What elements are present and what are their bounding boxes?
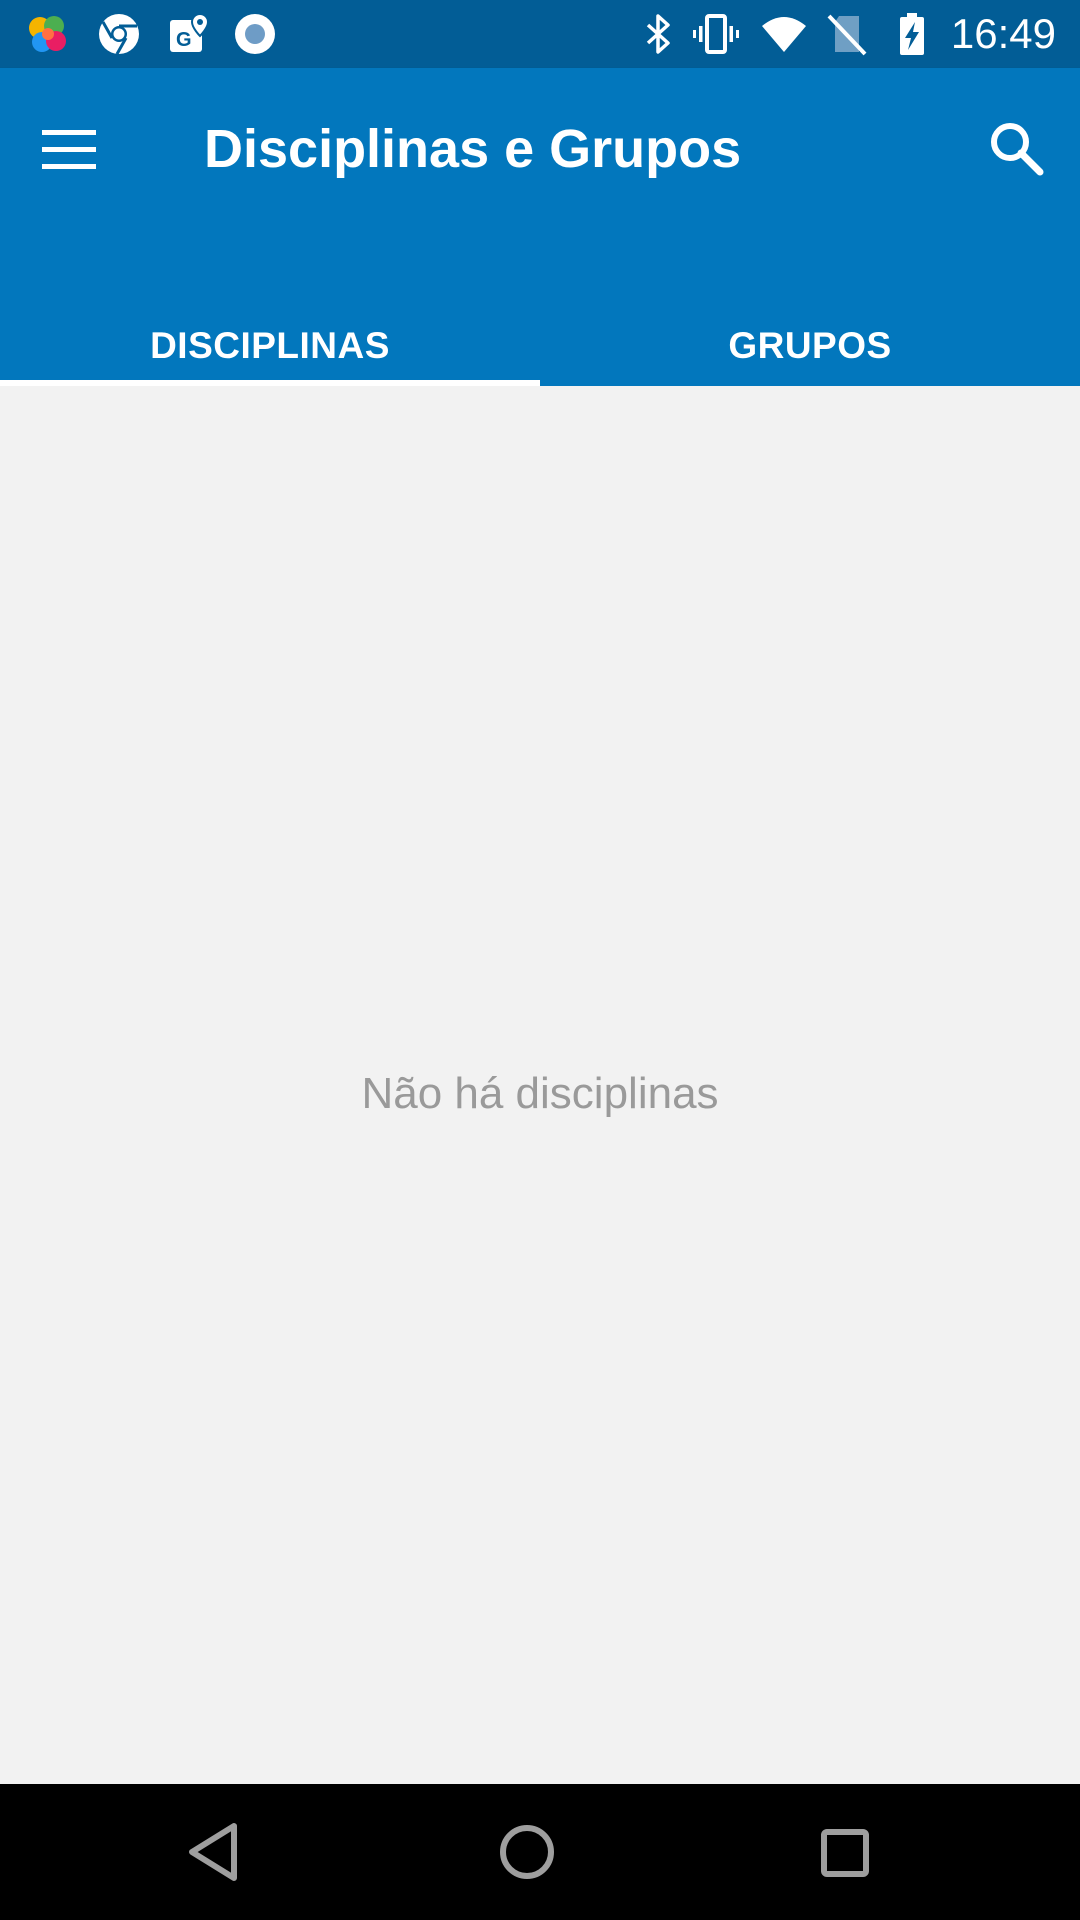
search-button[interactable]	[984, 116, 1052, 184]
tab-label: DISCIPLINAS	[150, 325, 390, 366]
home-button[interactable]	[487, 1812, 567, 1892]
app-bar: Disciplinas e Grupos DISCIPLINAS GRUPOS	[0, 68, 1080, 386]
tab-bar: DISCIPLINAS GRUPOS	[0, 306, 1080, 386]
maps-icon: G	[164, 10, 212, 58]
recents-button[interactable]	[804, 1812, 884, 1892]
recents-icon	[821, 1829, 869, 1877]
bluetooth-icon	[634, 10, 682, 58]
vibrate-icon	[692, 10, 740, 58]
menu-button[interactable]	[40, 120, 120, 180]
content-area: Não há disciplinas	[0, 386, 1080, 1784]
empty-state-message: Não há disciplinas	[361, 1069, 719, 1118]
back-button[interactable]	[176, 1812, 256, 1892]
home-icon	[500, 1825, 554, 1879]
chrome-icon	[95, 10, 143, 58]
toolbar: Disciplinas e Grupos	[0, 68, 1080, 232]
navigation-bar	[0, 1784, 1080, 1920]
page-title: Disciplinas e Grupos	[204, 119, 742, 179]
no-sim-icon	[823, 10, 871, 58]
circle-app-icon	[231, 10, 279, 58]
status-bar-clock: 16:49	[950, 10, 1056, 57]
wifi-icon	[760, 10, 808, 58]
hamburger-menu-icon	[42, 130, 96, 169]
battery-charging-icon	[888, 10, 936, 58]
tab-disciplinas[interactable]: DISCIPLINAS	[0, 306, 540, 386]
tab-grupos[interactable]: GRUPOS	[540, 306, 1080, 386]
back-icon	[189, 1823, 237, 1881]
search-icon	[991, 123, 1044, 176]
puzzle-app-icon	[24, 10, 72, 58]
svg-text:G: G	[176, 29, 192, 51]
tab-label: GRUPOS	[728, 325, 892, 366]
status-bar: G 16:49	[0, 0, 1080, 68]
